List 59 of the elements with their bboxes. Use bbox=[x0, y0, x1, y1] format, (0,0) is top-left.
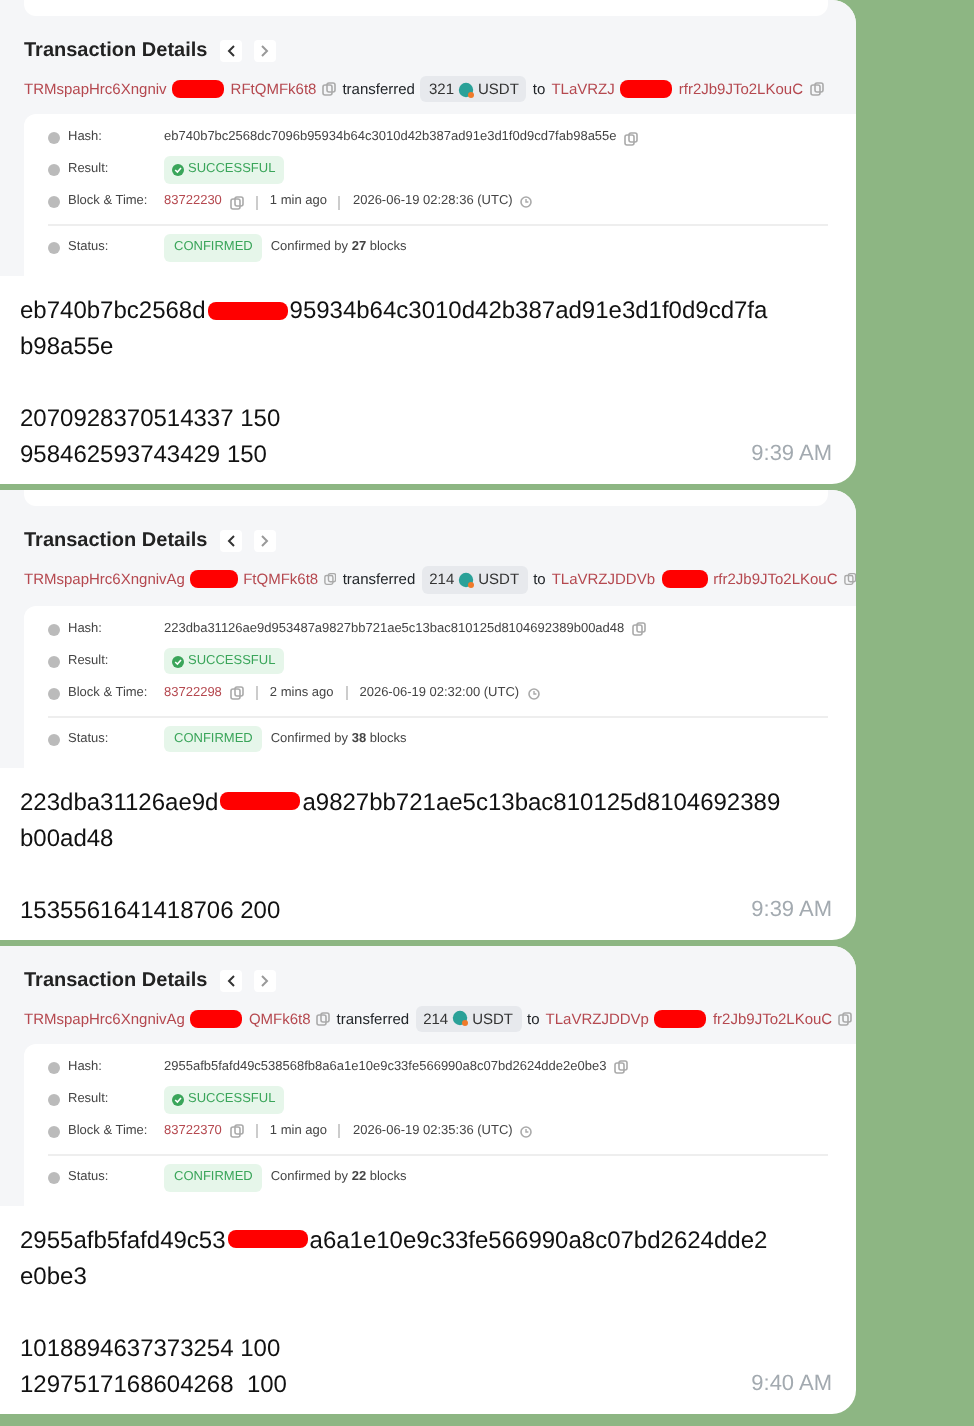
previous-button[interactable] bbox=[219, 40, 242, 62]
message-hash-text: e0be3 bbox=[20, 1261, 87, 1290]
redaction-mark bbox=[190, 1009, 243, 1028]
message-line: 2070928370514337 150 bbox=[20, 402, 281, 437]
message-time: 9:40 AM bbox=[751, 1369, 832, 1400]
chevron-right-icon bbox=[259, 973, 270, 987]
message-hash-text: a6a1e10e9c33fe566990a8c07bd2624dde2 bbox=[309, 1223, 768, 1258]
token-icon bbox=[458, 571, 475, 588]
redaction-mark bbox=[661, 570, 708, 589]
message-hash-text: b98a55e bbox=[20, 332, 114, 361]
message-hash-text: a9827bb721ae5c13bac810125d8104692389 bbox=[302, 785, 781, 819]
message-hash-text: 95934b64c3010d42b387ad91e3d1f0d9cd7fa bbox=[289, 294, 768, 329]
copy-icon bbox=[229, 1124, 244, 1139]
copy-icon bbox=[322, 82, 337, 97]
message-line: 1535561641418706 200 bbox=[20, 893, 281, 927]
copy-icon bbox=[229, 195, 244, 210]
copy-icon bbox=[632, 622, 647, 636]
chevron-right-icon bbox=[259, 44, 270, 58]
copy-icon bbox=[838, 1011, 853, 1026]
chevron-right-icon bbox=[259, 534, 270, 549]
message-line: 958462593743429 150 bbox=[20, 438, 267, 473]
copy-icon bbox=[624, 131, 639, 146]
redaction-mark bbox=[620, 80, 673, 99]
redaction-mark bbox=[190, 570, 238, 589]
copy-icon bbox=[324, 572, 337, 587]
copy-icon bbox=[229, 686, 244, 700]
clock-icon bbox=[527, 687, 540, 699]
previous-button[interactable] bbox=[219, 530, 242, 553]
message-hash-text: 223dba31126ae9d bbox=[20, 785, 219, 819]
message-line: 1018894637373254 100 bbox=[20, 1331, 281, 1366]
check-circle-icon bbox=[172, 1093, 184, 1106]
redaction-mark bbox=[172, 80, 225, 99]
message-time: 9:39 AM bbox=[751, 895, 832, 925]
copy-icon bbox=[316, 1011, 331, 1026]
token-icon bbox=[458, 81, 474, 98]
message-time: 9:39 AM bbox=[751, 440, 832, 471]
token-icon bbox=[452, 1010, 469, 1027]
chevron-left-icon bbox=[225, 534, 236, 549]
message-hash-text: b00ad48 bbox=[20, 823, 114, 851]
title-text: Transaction Details bbox=[24, 967, 208, 995]
redaction-mark bbox=[654, 1009, 707, 1028]
chevron-left-icon bbox=[225, 44, 236, 58]
message-line: 1297517168604268 100 bbox=[20, 1367, 287, 1402]
message-hash-text: 2955afb5fafd49c53 bbox=[20, 1223, 226, 1258]
redaction-mark bbox=[220, 792, 301, 810]
check-circle-icon bbox=[172, 164, 184, 177]
copy-icon bbox=[843, 572, 856, 587]
copy-icon bbox=[809, 82, 823, 97]
clock-icon bbox=[520, 196, 533, 209]
title-text: Transaction Details bbox=[24, 38, 208, 66]
message-hash-text: eb740b7bc2568d bbox=[20, 294, 206, 329]
title-text: Transaction Details bbox=[24, 528, 208, 557]
copy-icon bbox=[614, 1060, 629, 1075]
check-circle-icon bbox=[172, 655, 184, 667]
redaction-mark bbox=[207, 301, 288, 320]
redaction-mark bbox=[227, 1230, 308, 1249]
previous-button[interactable] bbox=[219, 969, 242, 991]
clock-icon bbox=[520, 1125, 533, 1138]
chevron-left-icon bbox=[225, 973, 236, 987]
